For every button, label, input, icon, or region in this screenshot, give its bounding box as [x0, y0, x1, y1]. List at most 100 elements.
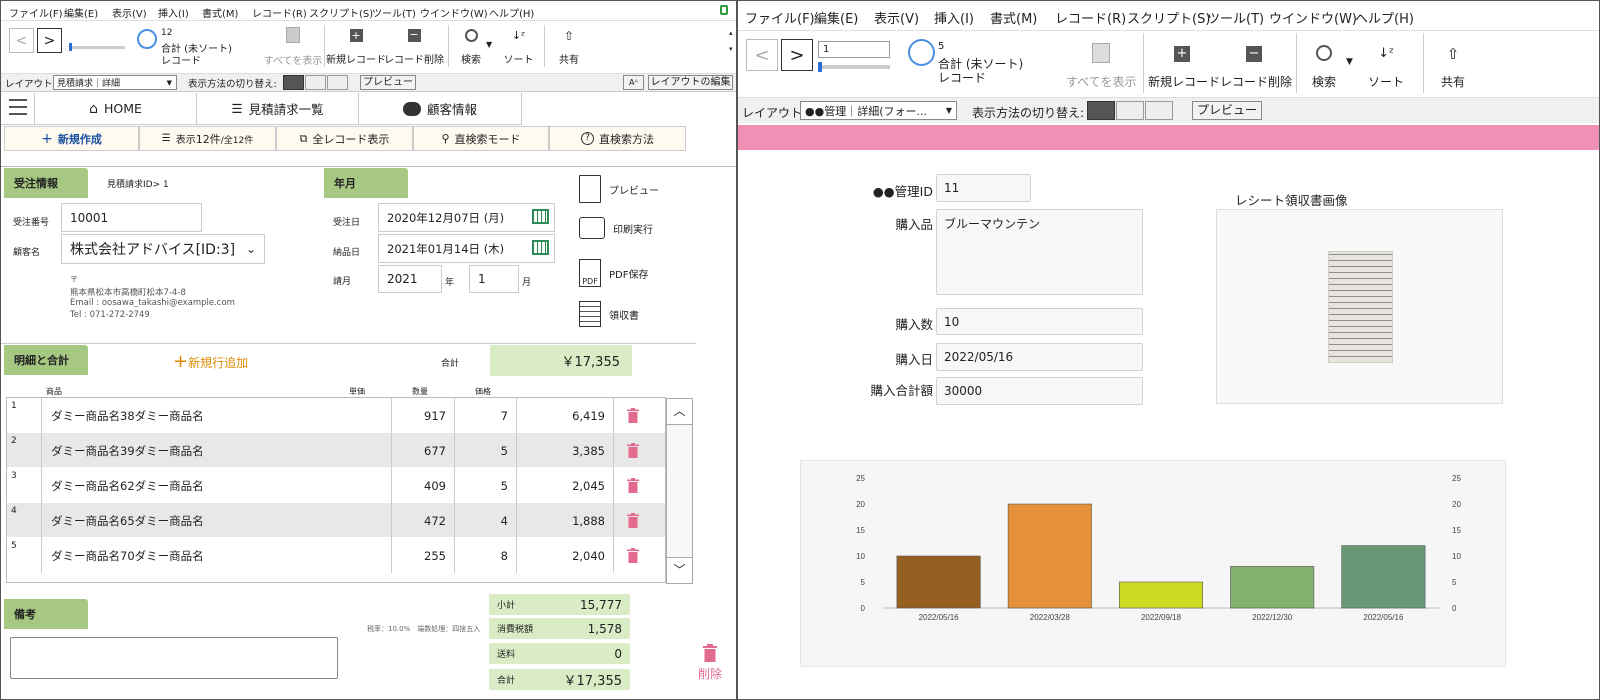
menu-window[interactable]: ウインドウ(W): [420, 5, 488, 20]
table-row[interactable]: 3 ダミー商品名62ダミー商品名 409 5 2,045: [7, 468, 665, 503]
nav-home[interactable]: ⌂ HOME: [35, 93, 197, 124]
item-field[interactable]: ブルーマウンテン: [936, 209, 1143, 295]
layout-select[interactable]: 見積請求｜詳細 ▼: [53, 75, 177, 90]
order-no-field[interactable]: 10001: [61, 203, 202, 232]
menu-file[interactable]: ファイル(F): [745, 8, 815, 27]
table-view-icon[interactable]: [327, 75, 348, 90]
table-row[interactable]: 5 ダミー商品名70ダミー商品名 255 8 2,040: [7, 538, 665, 573]
print-action[interactable]: 印刷実行: [579, 217, 653, 239]
nav-customers[interactable]: 顧客情報: [359, 93, 522, 124]
row-delete-button[interactable]: [614, 433, 651, 468]
row-item-name[interactable]: ダミー商品名62ダミー商品名: [42, 468, 392, 503]
sort-button[interactable]: ↓ᶻ ソート: [501, 29, 536, 66]
billing-month-field[interactable]: 1: [469, 265, 519, 293]
menu-view[interactable]: 表示(V): [874, 8, 919, 27]
customer-select[interactable]: 株式会社アドバイス[ID:3] ⌄: [61, 234, 265, 264]
row-unit-price[interactable]: 917: [392, 398, 455, 433]
find-help-button[interactable]: ? 直検索方法: [549, 126, 686, 151]
share-button[interactable]: ⇧ 共有: [554, 29, 584, 66]
add-row-button[interactable]: +新規行追加: [173, 353, 248, 371]
new-record-button[interactable]: + 新規レコード: [326, 29, 386, 66]
menu-help[interactable]: ヘルプ(H): [489, 5, 534, 20]
row-item-name[interactable]: ダミー商品名39ダミー商品名: [42, 433, 392, 468]
row-delete-button[interactable]: [614, 503, 651, 538]
sort-button[interactable]: ↓ᶻ ソート: [1365, 45, 1407, 90]
delete-button[interactable]: 削除: [694, 644, 726, 682]
date-field[interactable]: 2022/05/16: [936, 343, 1143, 371]
menu-view[interactable]: 表示(V): [112, 5, 147, 20]
receipt-action[interactable]: 領収書: [579, 301, 639, 327]
row-delete-button[interactable]: [614, 538, 651, 573]
show-all-button[interactable]: すべてを表示: [1066, 43, 1136, 90]
record-slider[interactable]: [69, 43, 125, 51]
menu-edit[interactable]: 編集(E): [64, 5, 98, 20]
table-row[interactable]: 1 ダミー商品名38ダミー商品名 917 7 6,419: [7, 398, 665, 433]
table-row[interactable]: 4 ダミー商品名65ダミー商品名 472 4 1,888: [7, 503, 665, 538]
find-mode-button[interactable]: ⚲ 直検索モード: [413, 126, 549, 151]
menu-window[interactable]: ウインドウ(W): [1269, 8, 1357, 27]
list-view-icon[interactable]: [1116, 101, 1144, 120]
row-item-name[interactable]: ダミー商品名70ダミー商品名: [42, 538, 392, 573]
menu-scripts[interactable]: スクリプト(S): [1127, 8, 1210, 27]
prev-record-button[interactable]: <: [9, 28, 34, 53]
billing-year-field[interactable]: 2021: [378, 265, 442, 293]
menu-records[interactable]: レコード(R): [252, 5, 307, 20]
menu-records[interactable]: レコード(R): [1055, 8, 1126, 27]
record-slider[interactable]: [818, 62, 890, 72]
sum-field[interactable]: 30000: [936, 377, 1143, 405]
next-record-button[interactable]: >: [37, 28, 62, 53]
notes-field[interactable]: [10, 637, 338, 679]
show-all-records-button[interactable]: ⧉ 全レコード表示: [276, 126, 413, 151]
toolbar-more-icon[interactable]: ▴ ▾: [729, 25, 733, 57]
menu-hamburger-icon[interactable]: [9, 99, 27, 115]
form-view-icon[interactable]: [1087, 101, 1115, 120]
find-button[interactable]: 検索: [451, 29, 491, 66]
share-button[interactable]: ⇧ 共有: [1433, 45, 1473, 90]
menu-scripts[interactable]: スクリプト(S): [309, 5, 373, 20]
layout-select[interactable]: ●●管理｜詳細(フォー... ▼: [800, 101, 957, 120]
order-date-field[interactable]: 2020年12月07日 (月): [378, 203, 555, 232]
row-item-name[interactable]: ダミー商品名38ダミー商品名: [42, 398, 392, 433]
menu-format[interactable]: 書式(M): [990, 8, 1037, 27]
row-qty[interactable]: 4: [455, 503, 517, 538]
table-row[interactable]: 2 ダミー商品名39ダミー商品名 677 5 3,385: [7, 433, 665, 468]
preview-button[interactable]: プレビュー: [1192, 101, 1262, 120]
menu-tools[interactable]: ツール(T): [1207, 8, 1264, 27]
row-qty[interactable]: 7: [455, 398, 517, 433]
delivery-date-field[interactable]: 2021年01月14日 (木): [378, 234, 555, 263]
menu-format[interactable]: 書式(M): [202, 5, 238, 20]
pdf-save-action[interactable]: PDF PDF保存: [579, 259, 648, 287]
id-field[interactable]: 11: [936, 174, 1031, 202]
edit-layout-button[interactable]: レイアウトの編集: [648, 75, 733, 90]
menu-file[interactable]: ファイル(F): [9, 5, 63, 20]
show-all-button[interactable]: すべてを表示: [263, 27, 323, 67]
menu-help[interactable]: ヘルプ(H): [1355, 8, 1414, 27]
row-qty[interactable]: 5: [455, 433, 517, 468]
row-unit-price[interactable]: 677: [392, 433, 455, 468]
preview-action[interactable]: プレビュー: [579, 175, 659, 203]
row-qty[interactable]: 8: [455, 538, 517, 573]
calendar-icon[interactable]: [532, 209, 549, 224]
menu-insert[interactable]: 挿入(I): [934, 8, 974, 27]
delete-record-button[interactable]: − レコード削除: [1220, 46, 1292, 90]
row-delete-button[interactable]: [614, 398, 651, 433]
scrollbar-track[interactable]: [666, 425, 693, 557]
record-number-input[interactable]: 1: [818, 41, 890, 58]
find-dropdown-icon[interactable]: ▼: [486, 40, 492, 49]
scroll-up-button[interactable]: ︿: [666, 398, 693, 425]
calendar-icon[interactable]: [532, 240, 549, 255]
row-unit-price[interactable]: 409: [392, 468, 455, 503]
next-record-button[interactable]: >: [781, 39, 813, 71]
qty-field[interactable]: 10: [936, 308, 1143, 335]
table-view-icon[interactable]: [1145, 101, 1173, 120]
row-unit-price[interactable]: 472: [392, 503, 455, 538]
menu-edit[interactable]: 編集(E): [814, 8, 858, 27]
scroll-down-button[interactable]: ﹀: [666, 557, 693, 584]
text-format-button[interactable]: Aᴬ: [623, 75, 644, 90]
find-button[interactable]: 検索: [1304, 45, 1344, 90]
row-qty[interactable]: 5: [455, 468, 517, 503]
menu-tools[interactable]: ツール(T): [372, 5, 416, 20]
preview-button[interactable]: プレビュー: [360, 75, 416, 90]
new-button[interactable]: + 新規作成: [4, 126, 139, 151]
row-delete-button[interactable]: [614, 468, 651, 503]
